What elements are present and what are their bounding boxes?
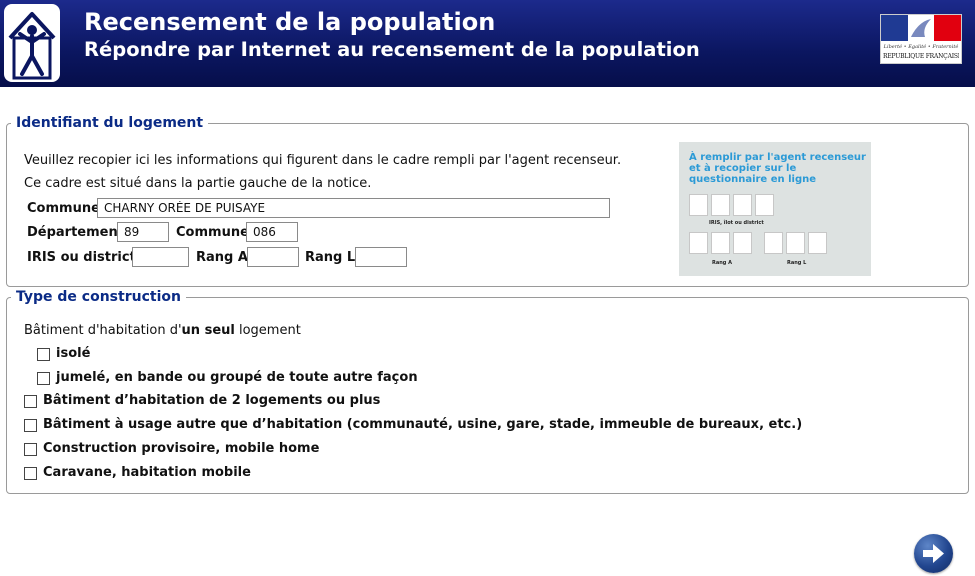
gov-republic-label: RÉPUBLIQUE FRANÇAISE (883, 53, 959, 60)
option-2-logements-label: Bâtiment d’habitation de 2 logements ou … (43, 393, 381, 408)
rang-l-input[interactable] (355, 247, 407, 267)
illustration-box (711, 194, 730, 216)
agent-frame-illustration: À remplir par l'agent recenseur et à rec… (679, 142, 871, 276)
single-dwelling-question: Bâtiment d'habitation d'un seul logement (24, 323, 301, 338)
rang-a-input[interactable] (247, 247, 299, 267)
checkbox-provisoire[interactable] (24, 443, 37, 456)
option-isole-label: isolé (56, 346, 91, 361)
iris-label: IRIS ou district (27, 250, 136, 265)
illustration-box (808, 232, 827, 254)
question-prefix: Bâtiment d'habitation d' (24, 323, 182, 338)
page-title: Recensement de la population (84, 8, 496, 36)
option-autre-usage-label: Bâtiment à usage autre que d’habitation … (43, 417, 803, 432)
republique-francaise-logo: Liberté • Égalité • Fraternité RÉPUBLIQU… (880, 14, 962, 64)
next-button[interactable] (914, 534, 953, 573)
checkbox-2-logements[interactable] (24, 395, 37, 408)
illustration-box (689, 194, 708, 216)
marianne-flag-icon (881, 15, 961, 41)
census-logo (4, 4, 60, 82)
identifiant-legend: Identifiant du logement (11, 115, 209, 131)
iris-input[interactable] (132, 247, 189, 267)
checkbox-caravane[interactable] (24, 467, 37, 480)
commune-code-input[interactable] (246, 222, 298, 242)
illustration-box (689, 232, 708, 254)
checkbox-autre-usage[interactable] (24, 419, 37, 432)
illustration-rang-a-caption: Rang A (712, 260, 732, 266)
construction-legend: Type de construction (11, 289, 186, 305)
illustration-box (733, 232, 752, 254)
gov-motto: Liberté • Égalité • Fraternité (883, 44, 959, 50)
identifiant-fieldset: Identifiant du logement Veuillez recopie… (6, 115, 969, 287)
header-banner: Recensement de la population Répondre pa… (0, 0, 975, 87)
illustration-box (711, 232, 730, 254)
illustration-box (755, 194, 774, 216)
rang-l-label: Rang L (305, 250, 356, 265)
question-bold: un seul (181, 323, 235, 338)
illustration-rang-l-caption: Rang L (787, 260, 807, 266)
illustration-text: À remplir par l'agent recenseur et à rec… (689, 152, 866, 185)
illustration-iris-caption: IRIS, îlot ou district (709, 220, 764, 226)
arrow-right-icon (923, 544, 944, 563)
departement-label: Département (27, 225, 124, 240)
illustration-box (786, 232, 805, 254)
option-provisoire-label: Construction provisoire, mobile home (43, 441, 320, 456)
census-house-person-icon (8, 12, 56, 80)
construction-fieldset: Type de construction Bâtiment d'habitati… (6, 289, 969, 494)
page-subtitle: Répondre par Internet au recensement de … (84, 38, 700, 61)
question-suffix: logement (234, 323, 301, 338)
departement-input[interactable] (117, 222, 169, 242)
commune-code-label: Commune (176, 225, 249, 240)
commune-label: Commune (27, 201, 100, 216)
option-caravane-label: Caravane, habitation mobile (43, 465, 251, 480)
commune-input[interactable] (97, 198, 610, 218)
intro-line-2: Ce cadre est situé dans la partie gauche… (24, 176, 372, 191)
illustration-box (764, 232, 783, 254)
rang-a-label: Rang A (196, 250, 248, 265)
checkbox-isole[interactable] (37, 348, 50, 361)
illustration-box (733, 194, 752, 216)
intro-line-1: Veuillez recopier ici les informations q… (24, 153, 622, 168)
option-jumele-label: jumelé, en bande ou groupé de toute autr… (56, 370, 418, 385)
checkbox-jumele[interactable] (37, 372, 50, 385)
